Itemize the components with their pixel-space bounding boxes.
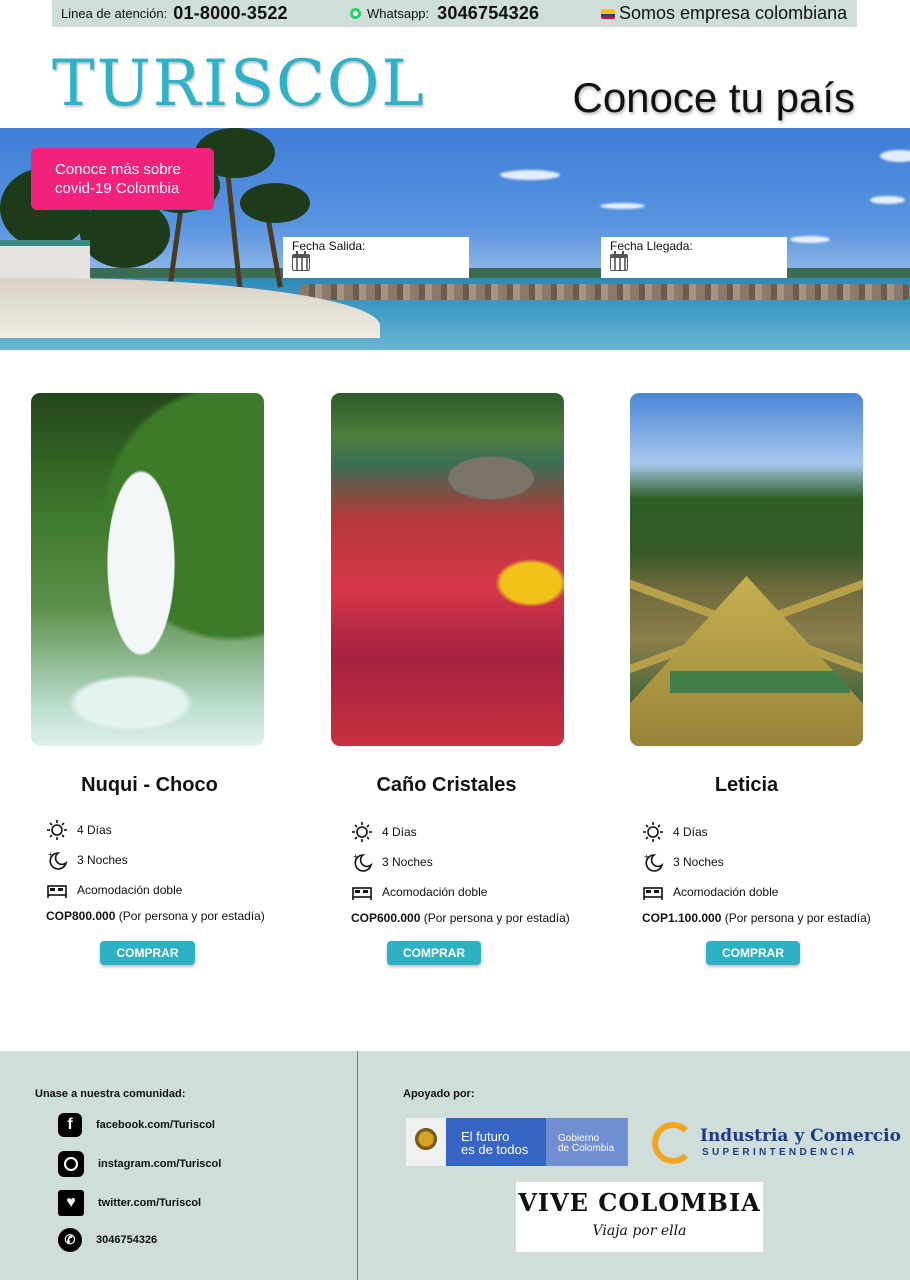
- contact-bar: Linea de atención: 01-8000-3522 Whatsapp…: [52, 0, 857, 27]
- colombia-flag-icon: [601, 8, 615, 19]
- whatsapp-text: 3046754326: [96, 1234, 158, 1246]
- price-value: COP800.000: [46, 909, 116, 923]
- twitter-link[interactable]: ♥ twitter.com/Turiscol: [58, 1190, 201, 1216]
- nights-text: 3 Noches: [77, 853, 128, 867]
- whatsapp-line: Whatsapp: 3046754326: [350, 3, 539, 24]
- feature-room: Acomodación doble: [351, 882, 487, 902]
- days-text: 4 Días: [382, 825, 417, 839]
- moon-icon: +: [644, 852, 664, 872]
- price-value: COP600.000: [351, 911, 421, 925]
- turiscol-logo[interactable]: TURISCOL: [52, 52, 426, 116]
- card-title: Caño Cristales: [376, 774, 517, 796]
- nights-text: 3 Noches: [382, 855, 433, 869]
- moon-icon: +: [48, 850, 68, 870]
- page-slogan: Conoce tu país: [572, 74, 855, 121]
- sun-icon: [47, 820, 67, 840]
- sun-icon: [352, 822, 372, 842]
- buy-button[interactable]: COMPRAR: [387, 941, 481, 965]
- price-line: COP800.000 (Por persona y por estadía): [46, 909, 265, 923]
- phone-number[interactable]: 01-8000-3522: [173, 3, 288, 24]
- feature-days: 4 Días: [351, 822, 417, 842]
- price-note: (Por persona y por estadía): [115, 909, 265, 923]
- price-note: (Por persona y por estadía): [420, 911, 570, 925]
- feature-days: 4 Días: [642, 822, 708, 842]
- cano-cristales-image[interactable]: [331, 393, 564, 746]
- bed-icon: [352, 887, 372, 900]
- phone-line: Linea de atención: 01-8000-3522: [61, 3, 288, 24]
- facebook-icon: f: [58, 1113, 82, 1137]
- twitter-text: twitter.com/Turiscol: [98, 1197, 202, 1209]
- price-note: (Por persona y por estadía): [721, 911, 871, 925]
- facebook-text: facebook.com/Turiscol: [96, 1119, 215, 1131]
- whatsapp-label: Whatsapp:: [367, 6, 430, 21]
- feature-nights: + 3 Noches: [642, 852, 724, 872]
- buy-button[interactable]: COMPRAR: [100, 941, 195, 965]
- gov-right2: de Colombia: [558, 1143, 615, 1154]
- sic-line2: SUPERINTENDENCIA: [702, 1147, 858, 1158]
- arrival-date-field[interactable]: Fecha Llegada:: [601, 237, 787, 278]
- feature-days: 4 Días: [46, 820, 112, 840]
- twitter-icon: ♥: [58, 1190, 84, 1216]
- price-line: COP1.100.000 (Por persona y por estadía): [642, 911, 871, 925]
- instagram-link[interactable]: instagram.com/Turiscol: [58, 1151, 221, 1177]
- leticia-boat-image[interactable]: [630, 393, 863, 746]
- nights-text: 3 Noches: [673, 855, 724, 869]
- vive-line1: VIVE COLOMBIA: [518, 1188, 761, 1217]
- price-line: COP600.000 (Por persona y por estadía): [351, 911, 570, 925]
- footer-divider: [357, 1051, 358, 1280]
- sic-line1: Industria y Comercio: [700, 1126, 901, 1146]
- vive-line2: Viaja por ella: [592, 1223, 687, 1239]
- room-text: Acomodación doble: [382, 885, 488, 899]
- colombia-shield-icon: [406, 1118, 446, 1166]
- colombian-company: Somos empresa colombiana: [601, 3, 847, 24]
- gov-right: Gobierno de Colombia: [546, 1118, 628, 1166]
- instagram-text: instagram.com/Turiscol: [98, 1158, 222, 1170]
- room-text: Acomodación doble: [77, 883, 183, 897]
- bed-icon: [47, 885, 67, 898]
- covid-info-button[interactable]: Conoce más sobre covid-19 Colombia: [31, 148, 214, 210]
- superintendencia-logo[interactable]: Industria y Comercio SUPERINTENDENCIA: [652, 1120, 901, 1166]
- days-text: 4 Días: [77, 823, 112, 837]
- sic-logo-icon: [652, 1122, 694, 1164]
- card-title: Nuqui - Choco: [81, 774, 218, 796]
- departure-date-label: Fecha Salida:: [292, 239, 366, 253]
- nuqui-whale-image[interactable]: [31, 393, 264, 746]
- svg-text:+: +: [48, 850, 53, 859]
- price-value: COP1.100.000: [642, 911, 722, 925]
- whatsapp-icon: [350, 8, 361, 19]
- room-text: Acomodación doble: [673, 885, 779, 899]
- gobierno-colombia-logo[interactable]: El futuro es de todos Gobierno de Colomb…: [406, 1118, 628, 1166]
- gov-line2: es de todos: [461, 1142, 529, 1157]
- instagram-icon: [58, 1151, 84, 1177]
- departure-date-field[interactable]: Fecha Salida:: [283, 237, 469, 278]
- bed-icon: [643, 887, 663, 900]
- card-title: Leticia: [714, 774, 779, 796]
- gov-left: El futuro es de todos: [406, 1118, 546, 1166]
- facebook-link[interactable]: f facebook.com/Turiscol: [58, 1113, 215, 1137]
- days-text: 4 Días: [673, 825, 708, 839]
- support-title: Apoyado por:: [403, 1088, 475, 1100]
- calendar-icon[interactable]: [292, 251, 310, 271]
- svg-text:+: +: [644, 852, 649, 861]
- feature-room: Acomodación doble: [642, 882, 778, 902]
- buy-button[interactable]: COMPRAR: [706, 941, 800, 965]
- phone-label: Linea de atención:: [61, 6, 168, 21]
- feature-nights: + 3 Noches: [351, 852, 433, 872]
- feature-nights: + 3 Noches: [46, 850, 128, 870]
- svg-text:+: +: [353, 852, 358, 861]
- moon-icon: +: [353, 852, 373, 872]
- whatsapp-number[interactable]: 3046754326: [437, 3, 539, 24]
- feature-room: Acomodación doble: [46, 880, 182, 900]
- whatsapp-icon: ✆: [58, 1228, 82, 1252]
- calendar-icon[interactable]: [610, 251, 628, 271]
- whatsapp-link[interactable]: ✆ 3046754326: [58, 1228, 157, 1252]
- community-title: Unase a nuestra comunidad:: [35, 1088, 186, 1100]
- sun-icon: [643, 822, 663, 842]
- vive-colombia-logo[interactable]: VIVE COLOMBIA Viaja por ella: [516, 1182, 763, 1252]
- company-tagline: Somos empresa colombiana: [619, 3, 848, 23]
